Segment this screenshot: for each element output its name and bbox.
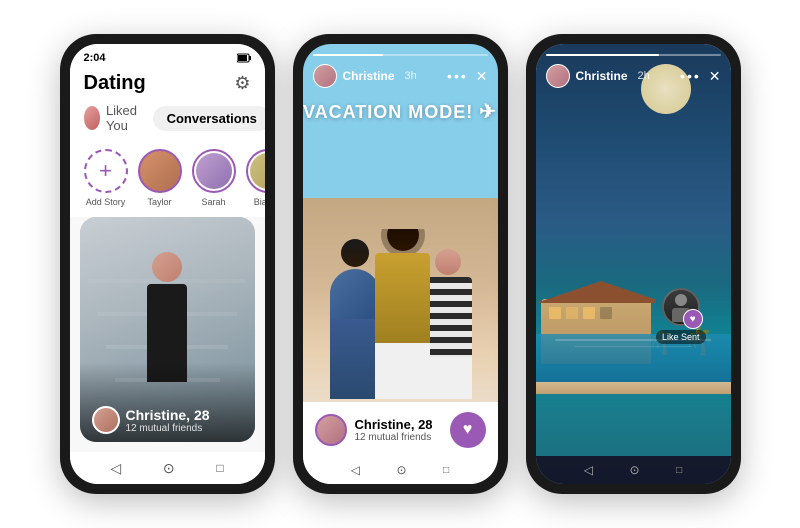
sarah-label: Sarah [201,197,225,207]
status-icons [237,53,251,63]
phone-1-screen: 2:04 Dating ⚙ Liked You [70,44,265,484]
phone-1-header: Dating ⚙ [70,68,265,103]
taylor-avatar [138,149,182,193]
story-header-2: Christine 3h ••• ✕ [303,44,498,88]
add-story-btn[interactable]: + [84,149,128,193]
footer-name: Christine, 28 [355,417,433,432]
footer-user: Christine, 28 12 mutual friends [315,414,433,446]
story-time: 3h [405,70,417,82]
pool-deck [536,382,731,394]
phone-1: 2:04 Dating ⚙ Liked You [60,34,275,494]
app-title: Dating [84,72,146,95]
story-close-btn-3[interactable]: ✕ [709,68,721,85]
home-icon-3[interactable]: ⊙ [630,463,640,477]
liked-you-avatar [84,106,100,130]
phone-3-screen: Christine 2h ••• ✕ 🌴 � [536,44,731,484]
add-story-label: Add Story [86,197,126,207]
story-header-3: Christine 2h ••• ✕ [536,44,731,88]
pool-background: Christine 2h ••• ✕ 🌴 � [536,44,731,484]
progress-bar-3 [546,54,721,56]
footer-row: Christine, 28 12 mutual friends ♥ [315,412,486,448]
home-icon-2[interactable]: ⊙ [397,463,407,477]
story-time-3: 2h [638,70,650,82]
phones-container: 2:04 Dating ⚙ Liked You [40,14,761,514]
conversations-label: Conversations [167,111,257,126]
gear-icon[interactable]: ⚙ [234,73,250,94]
story-user-row-3: Christine 2h ••• ✕ [546,64,721,88]
back-icon-2[interactable]: ◁ [351,463,360,477]
nav-bar-1: ◁ ⊙ □ [70,452,265,484]
story-username: Christine [343,69,395,83]
nav-bar-2: ◁ ⊙ □ [303,456,498,484]
recent-icon-2[interactable]: □ [443,465,449,476]
status-bar-1: 2:04 [70,44,265,68]
phone-3: Christine 2h ••• ✕ 🌴 � [526,34,741,494]
progress-fill [313,54,383,56]
back-icon[interactable]: ◁ [110,460,121,477]
home-icon[interactable]: ⊙ [163,460,175,477]
story-user-avatar-3 [546,64,570,88]
profile-card[interactable]: Christine, 28 12 mutual friends [80,217,255,442]
recent-icon[interactable]: □ [216,461,223,475]
progress-bar [313,54,488,56]
like-heart-badge: ♥ [683,309,703,329]
story-dots-icon-3[interactable]: ••• [680,68,701,84]
heart-icon: ♥ [463,421,473,439]
story-add-item[interactable]: + Add Story [84,149,128,207]
story-taylor[interactable]: Taylor [138,149,182,207]
status-time: 2:04 [84,52,106,64]
back-icon-3[interactable]: ◁ [584,463,593,477]
story-user-info: Christine 3h [313,64,417,88]
vacation-text: VACATION MODE! ✈ [303,99,498,124]
beach-background: Christine 3h ••• ✕ VACATION MODE! ✈ [303,44,498,484]
battery-icon [237,53,251,63]
progress-fill-3 [546,54,660,56]
recent-icon-3[interactable]: □ [676,465,682,476]
story-close-btn[interactable]: ✕ [476,68,488,85]
bianca-avatar [246,149,265,193]
heart-button[interactable]: ♥ [450,412,486,448]
card-mutual: 12 mutual friends [126,423,210,434]
like-sent-container: ♥ Like Sent [656,288,706,344]
story-2-footer: Christine, 28 12 mutual friends ♥ [303,402,498,456]
phone-2-screen: Christine 3h ••• ✕ VACATION MODE! ✈ [303,44,498,484]
sarah-avatar [192,149,236,193]
conversations-tab[interactable]: Conversations [153,106,265,131]
footer-avatar [315,414,347,446]
like-sent-label: Like Sent [656,330,706,344]
vacation-label: VACATION MODE! [303,102,473,122]
airplane-icon: ✈ [479,101,497,123]
liked-you-tab[interactable]: Liked You [84,103,145,133]
footer-mutual: 12 mutual friends [355,432,433,443]
story-user-info-3: Christine 2h [546,64,650,88]
stories-row: + Add Story Taylor Sarah [70,143,265,217]
card-name: Christine, 28 [126,407,210,423]
bianca-label: Bianca [254,197,265,207]
story-sarah[interactable]: Sarah [192,149,236,207]
plus-icon: + [99,160,112,182]
taylor-label: Taylor [147,197,171,207]
like-sent-avatar: ♥ [662,288,700,326]
tabs-row: Liked You Conversations [70,103,265,143]
story-username-3: Christine [576,69,628,83]
story-actions-3: ••• ✕ [680,68,720,85]
story-user-row: Christine 3h ••• ✕ [313,64,488,88]
phone-2: Christine 3h ••• ✕ VACATION MODE! ✈ [293,34,508,494]
nav-bar-3: ◁ ⊙ □ [536,456,731,484]
story-bianca[interactable]: Bianca [246,149,265,207]
story-actions: ••• ✕ [447,68,487,85]
story-dots-icon[interactable]: ••• [447,68,468,84]
story-user-avatar [313,64,337,88]
liked-you-label: Liked You [106,103,145,133]
